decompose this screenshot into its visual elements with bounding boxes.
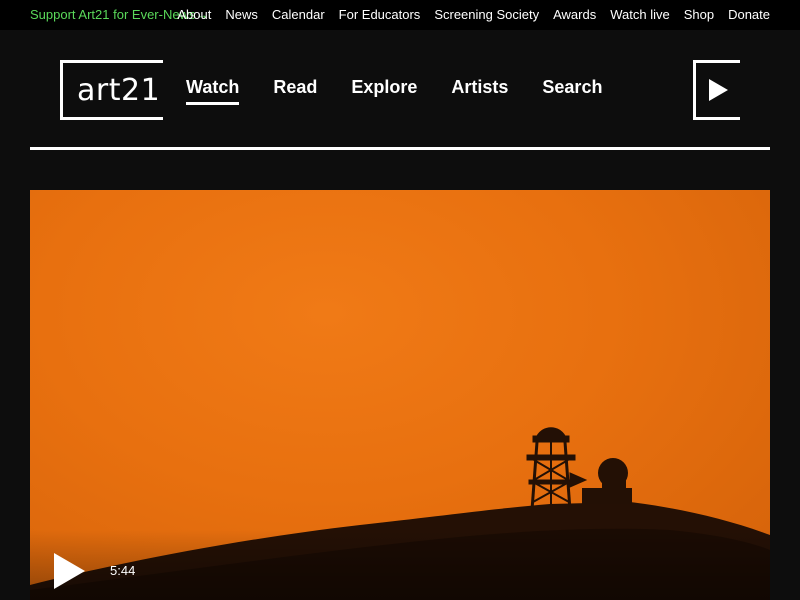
header-divider (30, 147, 770, 150)
video-play-icon[interactable] (52, 552, 86, 590)
utility-link-educators[interactable]: For Educators (339, 7, 421, 22)
logo-text: art21 (77, 72, 161, 108)
nav-artists[interactable]: Artists (451, 77, 508, 105)
art21-logo[interactable]: art21 (60, 60, 163, 120)
utility-link-screening-society[interactable]: Screening Society (434, 7, 539, 22)
play-icon (709, 79, 728, 101)
nav-search[interactable]: Search (542, 77, 602, 105)
video-controls: 5:44 (30, 530, 770, 600)
utility-link-awards[interactable]: Awards (553, 7, 596, 22)
utility-link-about[interactable]: About (177, 7, 211, 22)
utility-link-watch-live[interactable]: Watch live (610, 7, 669, 22)
main-nav: Watch Read Explore Artists Search (186, 77, 602, 105)
video-duration: 5:44 (110, 563, 136, 578)
featured-video[interactable]: 5:44 (30, 190, 770, 600)
utility-link-donate[interactable]: Donate (728, 7, 770, 22)
site-header: art21 Watch Read Explore Artists Search (0, 30, 800, 150)
utility-link-shop[interactable]: Shop (684, 7, 714, 22)
utility-link-calendar[interactable]: Calendar (272, 7, 325, 22)
utility-nav: About News Calendar For Educators Screen… (177, 7, 770, 22)
utility-link-news[interactable]: News (225, 7, 258, 22)
nav-read[interactable]: Read (273, 77, 317, 105)
utility-bar: Support Art21 for Ever-News→ About News … (0, 0, 800, 30)
nav-explore[interactable]: Explore (351, 77, 417, 105)
nav-watch[interactable]: Watch (186, 77, 240, 105)
watch-live-button[interactable] (693, 60, 740, 120)
